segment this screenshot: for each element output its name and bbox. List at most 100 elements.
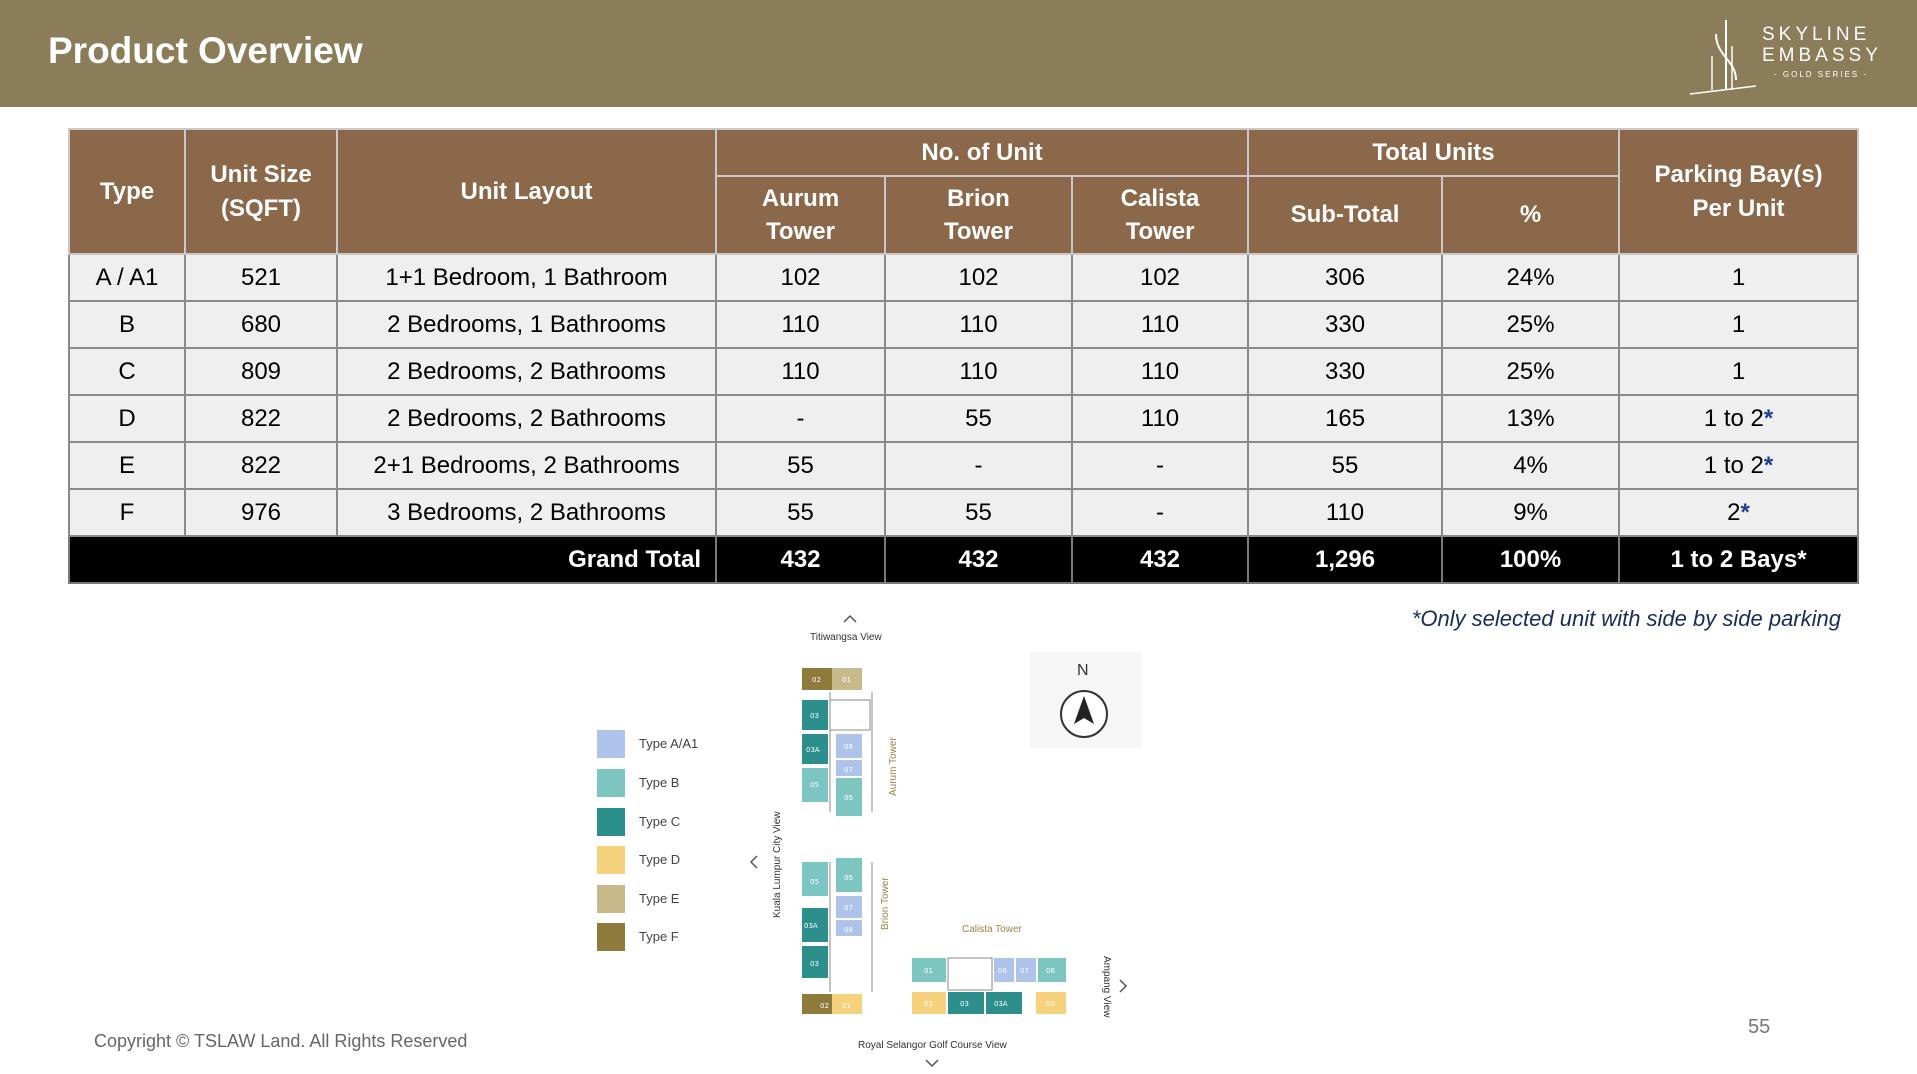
- header-percent: %: [1441, 175, 1621, 255]
- cell-layout: 1+1 Bedroom, 1 Bathroom: [336, 253, 717, 302]
- cell-subtotal: 55: [1247, 441, 1444, 490]
- legend-label: Type F: [639, 929, 679, 944]
- cell-brion: -: [884, 441, 1073, 490]
- parking-value: 1 to 2: [1703, 404, 1764, 432]
- chevron-up-icon: [843, 614, 857, 623]
- calista-tower-plan: 01 08 07 06 02 03 03A 05: [912, 957, 1066, 1014]
- cell-aurum: 110: [715, 300, 886, 349]
- cell-size: 680: [184, 300, 338, 349]
- parking-footnote-star: *: [1763, 451, 1774, 479]
- svg-text:01: 01: [924, 967, 933, 975]
- aurum-tower-plan: 02 01 03 03A 05 08 07 06: [802, 668, 873, 816]
- svg-text:03A: 03A: [806, 746, 820, 754]
- table-row: D 822 2 Bedrooms, 2 Bathrooms - 55 110 1…: [68, 394, 1860, 443]
- svg-text:01: 01: [842, 1002, 851, 1010]
- cell-percent: 24%: [1441, 253, 1621, 302]
- compass-rose: N: [1030, 652, 1142, 748]
- parking-value: 1 to 2: [1703, 451, 1764, 479]
- cell-brion: 102: [884, 253, 1073, 302]
- logo-text-line1: SKYLINE: [1762, 24, 1871, 45]
- cell-type: D: [68, 394, 186, 443]
- svg-text:01: 01: [842, 676, 851, 684]
- cell-subtotal: 330: [1247, 300, 1444, 349]
- unit-overview-table-container: Type Unit Size (SQFT) Unit Layout No. of…: [68, 128, 1860, 584]
- calista-tower-label: Calista Tower: [962, 924, 1022, 935]
- header-bar: Product Overview SKYLINE EMBASSY - GOLD …: [0, 0, 1917, 107]
- svg-text:08: 08: [998, 967, 1007, 975]
- svg-text:03: 03: [960, 1000, 969, 1008]
- cell-percent: 25%: [1441, 300, 1621, 349]
- grand-total-row: Grand Total 432 432 432 1,296 100% 1 to …: [68, 535, 1860, 584]
- total-brion: 432: [884, 535, 1073, 584]
- legend-swatch: [597, 885, 625, 913]
- cell-type: A / A1: [68, 253, 186, 302]
- south-view-label: Royal Selangor Golf Course View: [858, 1040, 1007, 1051]
- header-calista-tower: Calista Tower: [1070, 175, 1250, 255]
- north-view-label: Titiwangsa View: [810, 632, 882, 643]
- parking-value: 1: [1731, 263, 1746, 291]
- cell-aurum: 55: [715, 441, 886, 490]
- cell-parking: 1 to 2*: [1618, 394, 1860, 443]
- svg-text:08: 08: [844, 926, 853, 934]
- cell-percent: 9%: [1441, 488, 1621, 537]
- legend-swatch: [597, 846, 625, 874]
- parking-value: 1: [1731, 357, 1746, 385]
- legend-swatch: [597, 730, 625, 758]
- svg-text:05: 05: [810, 781, 819, 789]
- aurum-tower-label: Aurum Tower: [888, 737, 899, 796]
- cell-percent: 13%: [1441, 394, 1621, 443]
- cell-type: F: [68, 488, 186, 537]
- cell-subtotal: 306: [1247, 253, 1444, 302]
- cell-brion: 110: [884, 347, 1073, 396]
- cell-type: C: [68, 347, 186, 396]
- west-view-label: Kuala Lumpur City View: [772, 811, 783, 918]
- cell-aurum: 110: [715, 347, 886, 396]
- legend-item-type-b: Type B: [597, 769, 737, 797]
- page-title: Product Overview: [48, 30, 363, 71]
- total-percent: 100%: [1441, 535, 1621, 584]
- cell-subtotal: 330: [1247, 347, 1444, 396]
- table-row: E 822 2+1 Bedrooms, 2 Bathrooms 55 - - 5…: [68, 441, 1860, 490]
- cell-parking: 1: [1618, 300, 1860, 349]
- cell-brion: 55: [884, 394, 1073, 443]
- chevron-right-icon: [1119, 979, 1128, 993]
- parking-footnote: *Only selected unit with side by side pa…: [1411, 606, 1841, 631]
- cell-brion: 55: [884, 488, 1073, 537]
- cell-percent: 4%: [1441, 441, 1621, 490]
- parking-value: 2: [1727, 498, 1741, 526]
- north-arrow-icon: [1060, 690, 1108, 738]
- cell-size: 521: [184, 253, 338, 302]
- parking-footnote-star: *: [1763, 404, 1774, 432]
- table-row: A / A1 521 1+1 Bedroom, 1 Bathroom 102 1…: [68, 253, 1860, 302]
- brion-tower-label: Brion Tower: [880, 877, 891, 930]
- svg-text:08: 08: [844, 743, 853, 751]
- svg-text:05: 05: [1046, 1000, 1055, 1008]
- header-parking: Parking Bay(s) Per Unit: [1618, 128, 1860, 255]
- svg-text:06: 06: [1046, 967, 1055, 975]
- cell-size: 822: [184, 441, 338, 490]
- east-view-label: Ampang View: [1101, 956, 1112, 1018]
- total-parking: 1 to 2 Bays*: [1618, 535, 1860, 584]
- cell-layout: 2 Bedrooms, 2 Bathrooms: [336, 347, 717, 396]
- cell-aurum: -: [715, 394, 886, 443]
- header-brion-tower: Brion Tower: [884, 175, 1073, 255]
- cell-layout: 2 Bedrooms, 1 Bathrooms: [336, 300, 717, 349]
- header-unit-size: Unit Size (SQFT): [184, 128, 338, 255]
- header-unit-layout: Unit Layout: [336, 128, 717, 255]
- chevron-down-icon: [925, 1059, 939, 1068]
- svg-text:03A: 03A: [804, 922, 818, 930]
- cell-aurum: 55: [715, 488, 886, 537]
- svg-text:03: 03: [810, 712, 819, 720]
- cell-calista: 102: [1070, 253, 1250, 302]
- svg-text:03A: 03A: [994, 1000, 1008, 1008]
- header-total-units: Total Units: [1247, 128, 1621, 177]
- cell-parking: 2*: [1618, 488, 1860, 537]
- grand-total-label: Grand Total: [68, 535, 717, 584]
- legend-item-type-f: Type F: [597, 923, 737, 951]
- total-aurum: 432: [715, 535, 886, 584]
- legend-label: Type D: [639, 852, 681, 867]
- cell-parking: 1: [1618, 347, 1860, 396]
- cell-aurum: 102: [715, 253, 886, 302]
- unit-overview-table: Type Unit Size (SQFT) Unit Layout No. of…: [68, 128, 1860, 584]
- table-row: F 976 3 Bedrooms, 2 Bathrooms 55 55 - 11…: [68, 488, 1860, 537]
